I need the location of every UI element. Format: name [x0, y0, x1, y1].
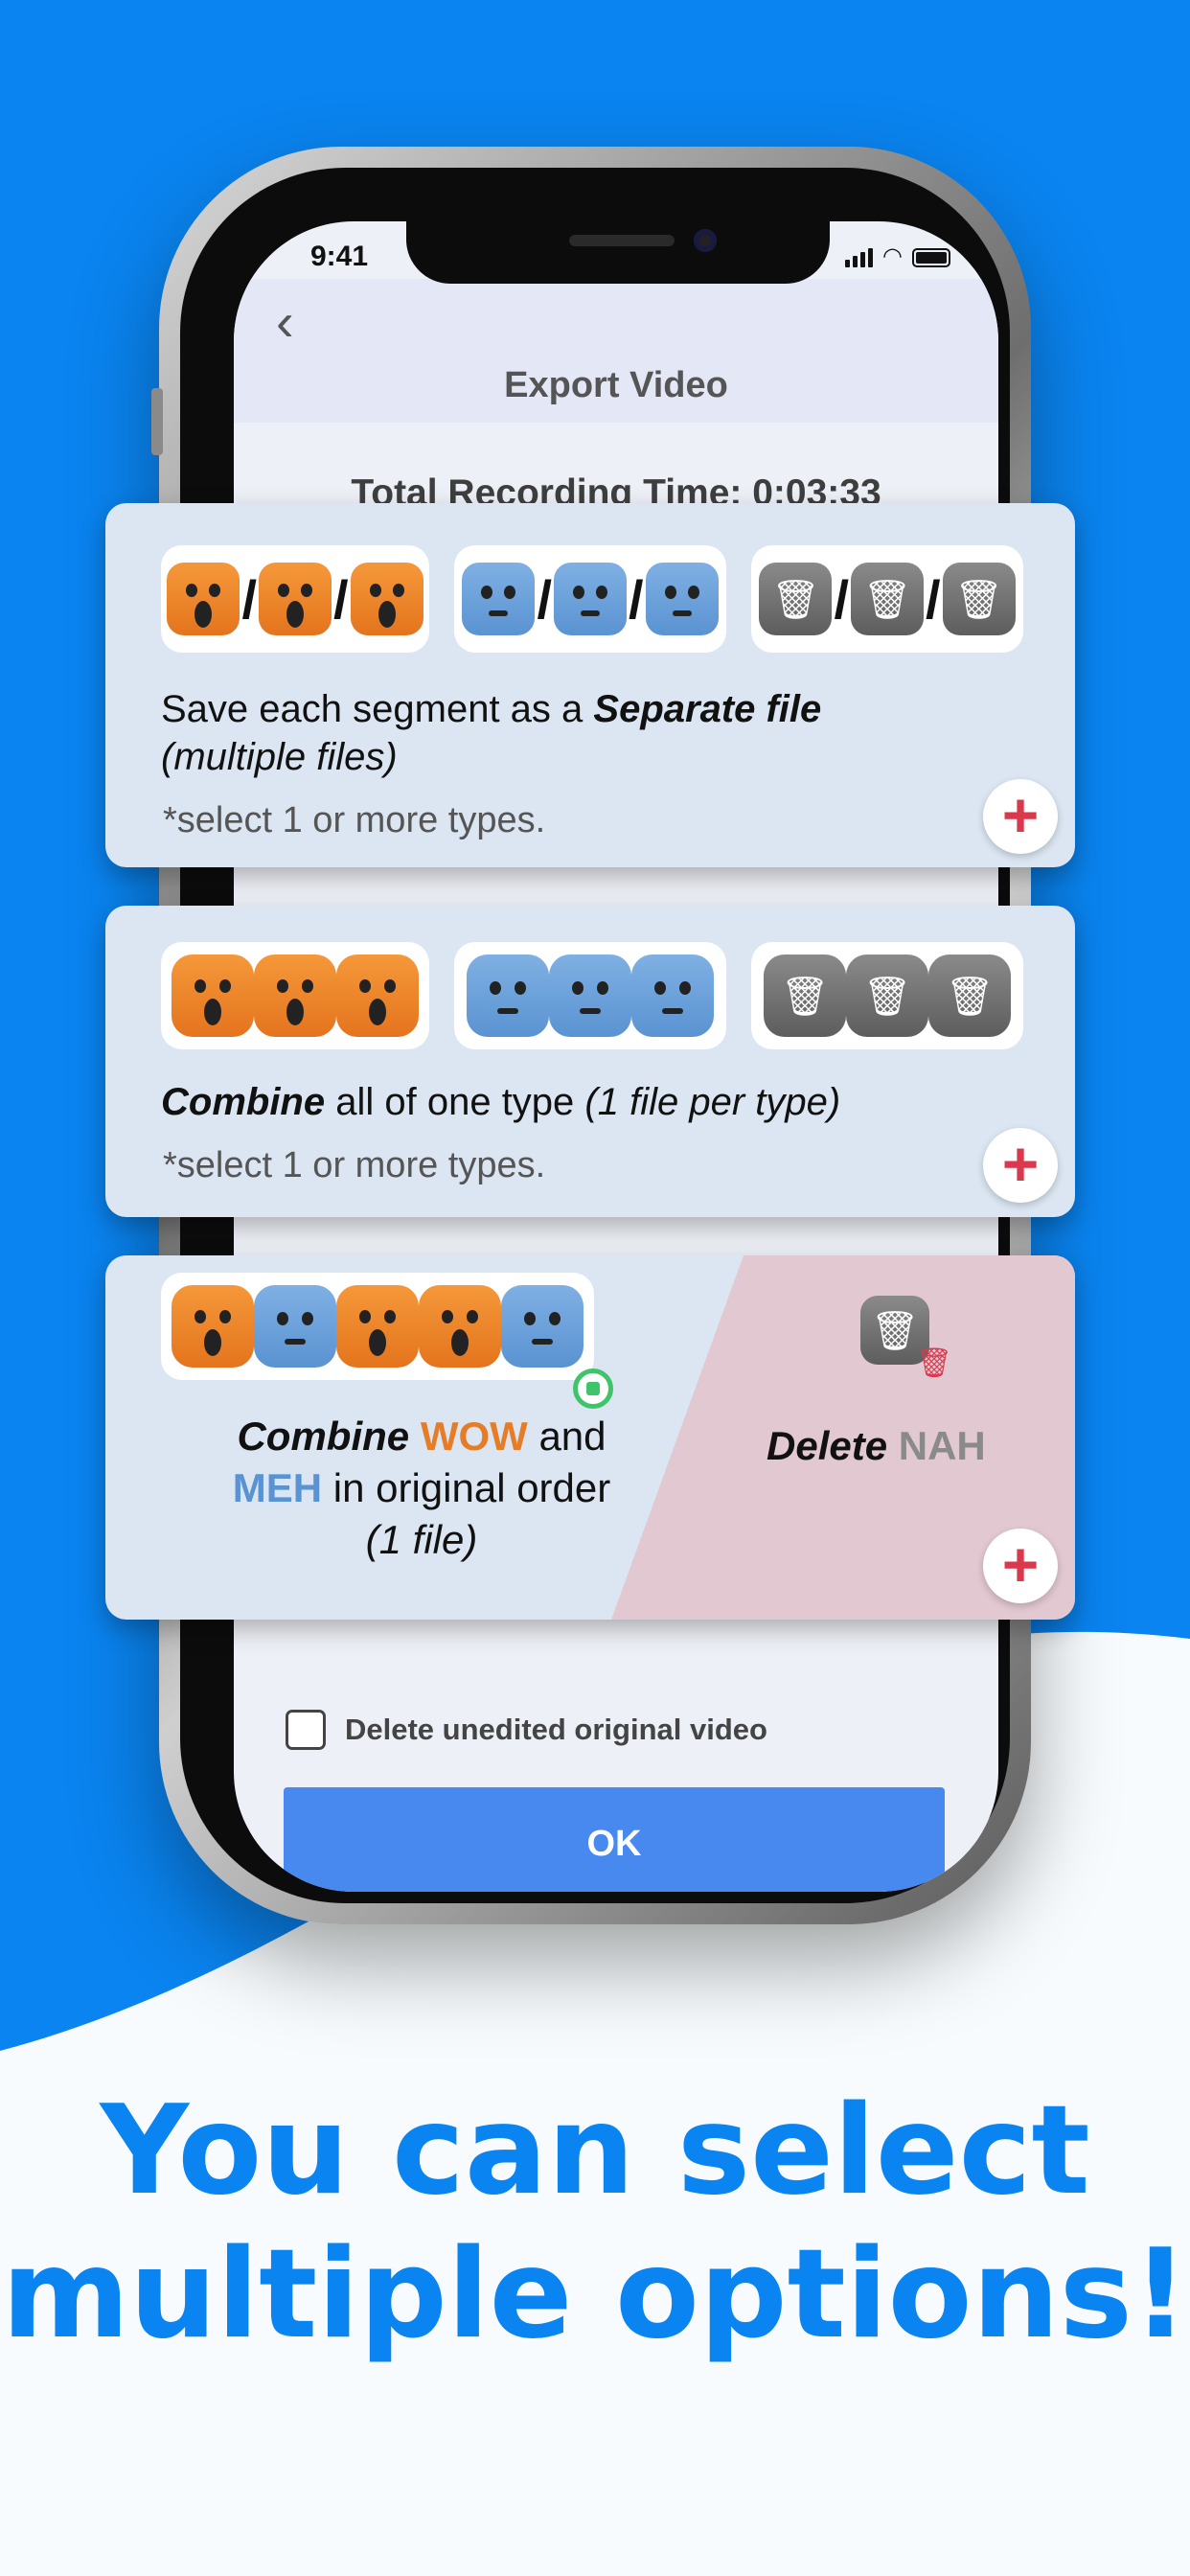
delete-original-checkbox[interactable]: [286, 1710, 326, 1750]
meh-face-icon: [554, 563, 627, 635]
plus-icon: +: [1001, 779, 1040, 850]
add-button[interactable]: +: [983, 1529, 1058, 1603]
separator-slash: /: [537, 568, 552, 630]
meh-separate-chip[interactable]: / /: [454, 545, 726, 653]
nah-combined-chip[interactable]: 🗑 🗑 🗑: [751, 942, 1023, 1049]
meh-face-icon: [645, 563, 719, 635]
add-button[interactable]: +: [983, 1128, 1058, 1203]
separator-slash: /: [629, 568, 644, 630]
wow-face-icon: [259, 563, 332, 635]
separator-slash: /: [926, 568, 941, 630]
option-separate-files[interactable]: / / / / 🗑 / 🗑 / 🗑 Save each segment as a…: [105, 503, 1075, 867]
trash-icon: 🗑: [928, 954, 1011, 1037]
side-button: [151, 388, 163, 455]
delete-nah-label: Delete NAH: [767, 1423, 986, 1468]
meh-face-icon: [254, 1285, 336, 1368]
headline-line-1: You can select: [100, 2080, 1090, 2222]
separator-slash: /: [241, 568, 257, 630]
status-icons: ◠: [845, 243, 950, 269]
delete-badge-icon: 🗑: [916, 1347, 953, 1379]
option-1-note: *select 1 or more types.: [163, 800, 546, 840]
separator-slash: /: [834, 568, 849, 630]
wow-face-icon: [336, 1285, 419, 1368]
wow-face-icon: [167, 563, 240, 635]
option-1-description: Save each segment as a Separate file (mu…: [161, 688, 822, 778]
status-time: 9:41: [310, 241, 369, 272]
add-button[interactable]: +: [983, 779, 1058, 854]
speaker: [569, 235, 675, 246]
lock-icon: [573, 1368, 613, 1409]
wow-face-icon: [419, 1285, 501, 1368]
trash-icon: 🗑: [846, 954, 928, 1037]
meh-face-icon: [631, 954, 714, 1037]
wow-combined-chip[interactable]: [161, 942, 429, 1049]
trash-icon: 🗑: [851, 563, 924, 635]
option-combine-in-order[interactable]: Combine WOW and MEH in original order (1…: [105, 1255, 1075, 1620]
plus-icon: +: [1001, 1529, 1040, 1599]
wifi-icon: ◠: [882, 243, 903, 269]
wow-face-icon: [172, 1285, 254, 1368]
wow-face-icon: [336, 954, 419, 1037]
wow-separate-chip[interactable]: / /: [161, 545, 429, 653]
nah-separate-chip[interactable]: 🗑 / 🗑 / 🗑: [751, 545, 1023, 653]
meh-face-icon: [501, 1285, 584, 1368]
meh-face-icon: [462, 563, 536, 635]
meh-combined-chip[interactable]: [454, 942, 726, 1049]
option-combine-by-type[interactable]: 🗑 🗑 🗑 Combine all of one type (1 file pe…: [105, 906, 1075, 1217]
delete-original-row[interactable]: Delete unedited original video: [286, 1710, 767, 1750]
wow-face-icon: [172, 954, 254, 1037]
headline-line-2: multiple options!: [1, 2223, 1189, 2366]
ok-button[interactable]: OK: [284, 1787, 945, 1892]
option-3-line-2: MEH in original order: [232, 1465, 611, 1510]
trash-icon: 🗑: [942, 563, 1016, 635]
signal-icon: [845, 248, 874, 267]
back-button[interactable]: ‹: [276, 293, 294, 351]
option-3-line-3: (1 file): [365, 1517, 478, 1562]
trash-icon: 🗑: [764, 954, 846, 1037]
delete-original-label: Delete unedited original video: [345, 1713, 767, 1746]
page-title: Export Video: [504, 365, 728, 405]
option-2-description: Combine all of one type (1 file per type…: [161, 1081, 841, 1123]
mixed-order-chip[interactable]: [161, 1273, 594, 1380]
meh-face-icon: [549, 954, 631, 1037]
wow-face-icon: [254, 954, 336, 1037]
option-3-line-1: Combine WOW and: [237, 1414, 606, 1459]
front-camera: [694, 229, 717, 252]
battery-icon: [912, 248, 950, 267]
option-2-note: *select 1 or more types.: [163, 1145, 546, 1185]
notch: [406, 221, 830, 284]
meh-face-icon: [467, 954, 549, 1037]
wow-face-icon: [350, 563, 423, 635]
plus-icon: +: [1001, 1128, 1040, 1199]
trash-icon: 🗑: [759, 563, 833, 635]
separator-slash: /: [333, 568, 349, 630]
